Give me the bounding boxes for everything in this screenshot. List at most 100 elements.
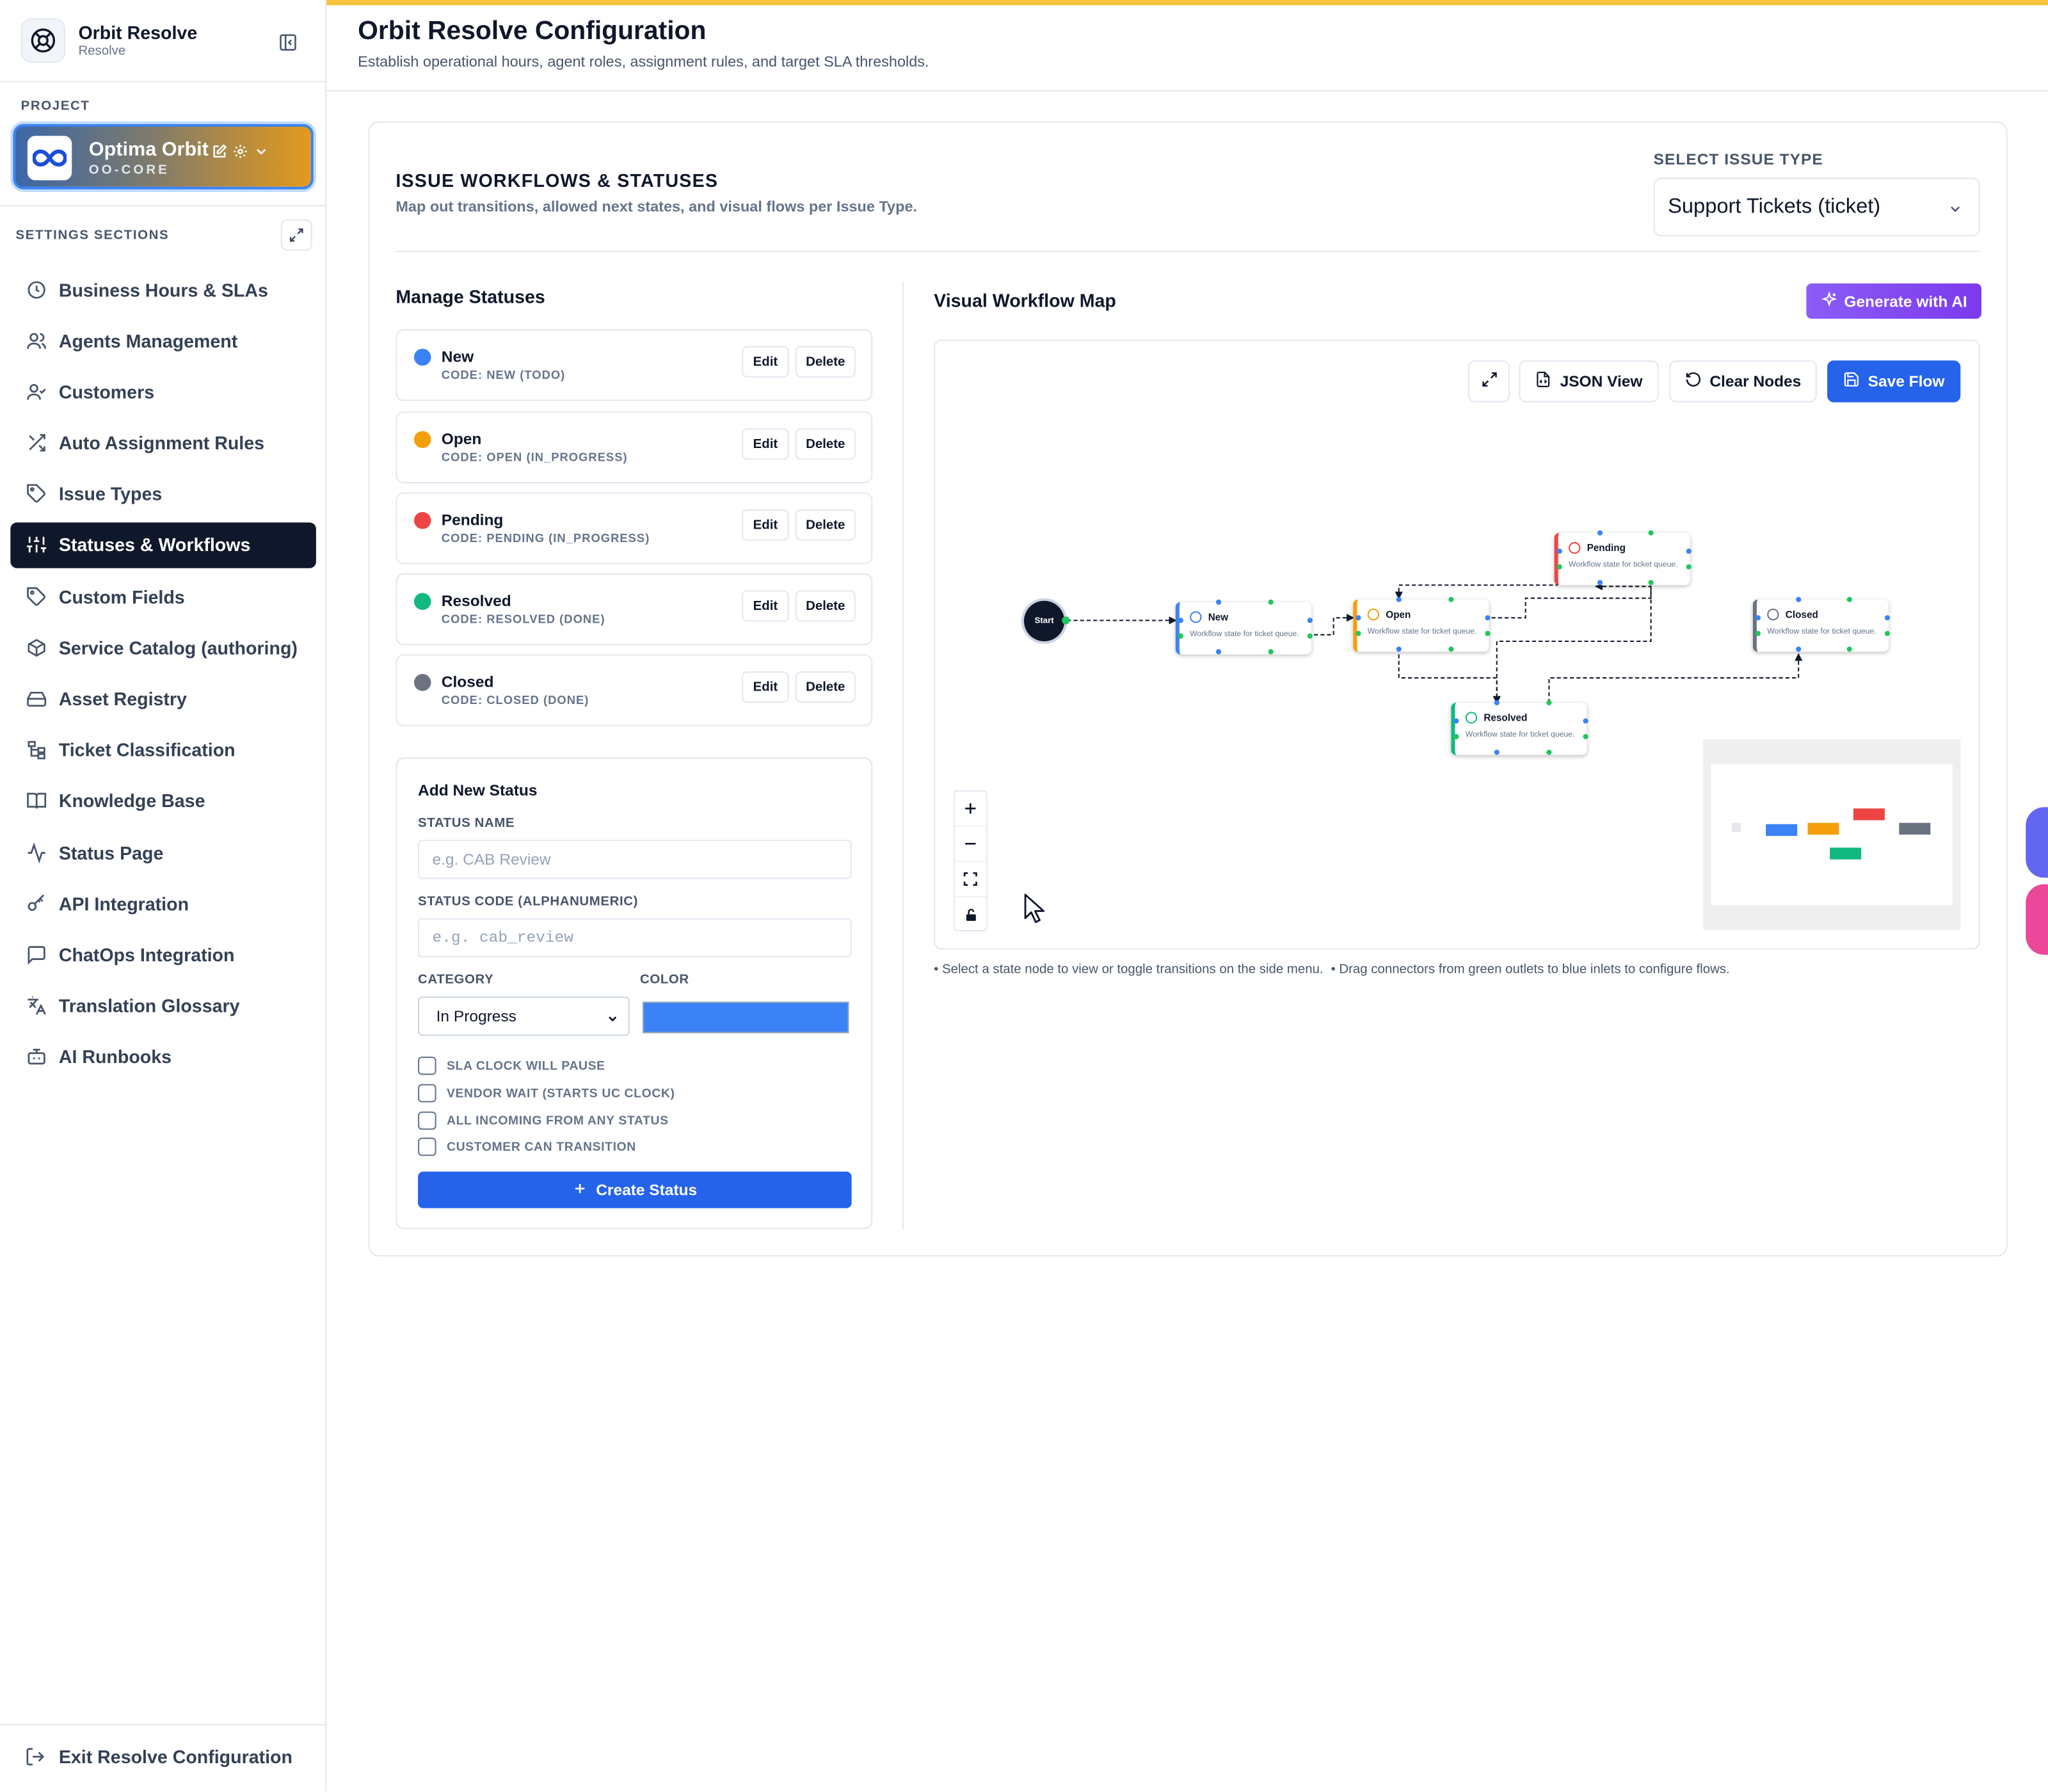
bot-icon (25, 1045, 49, 1069)
issue-type-select[interactable]: Support Tickets (ticket) (1653, 177, 1980, 237)
sidebar-item-status-page[interactable]: Status Page (10, 829, 316, 875)
minimap-node-new (1766, 824, 1798, 836)
status-code: CODE: RESOLVED (DONE) (441, 612, 605, 626)
tag-icon (25, 483, 49, 506)
edit-status-button[interactable]: Edit (742, 509, 789, 541)
delete-status-button[interactable]: Delete (795, 346, 856, 378)
status-row: Open CODE: OPEN (IN_PROGRESS) Edit Delet… (396, 411, 873, 484)
floating-assistant-button[interactable] (2026, 807, 2048, 878)
minimap[interactable] (1703, 739, 1961, 931)
plus-icon (573, 1180, 588, 1200)
exit-configuration-button[interactable]: Exit Resolve Configuration (25, 1746, 292, 1768)
chevron-down-icon[interactable] (253, 142, 269, 166)
sidebar-item-label: Statuses & Workflows (58, 534, 251, 556)
delete-status-button[interactable]: Delete (795, 671, 856, 703)
minimap-node-open (1807, 822, 1839, 835)
checkbox[interactable] (418, 1137, 436, 1156)
sidebar-item-translation-glossary[interactable]: Translation Glossary (10, 983, 316, 1028)
workflow-map-title: Visual Workflow Map (934, 290, 1116, 311)
project-switcher[interactable]: Optima Orbit OO-CORE (13, 124, 314, 189)
delete-status-button[interactable]: Delete (795, 509, 856, 541)
checkbox-sla-pause[interactable]: SLA CLOCK WILL PAUSE (418, 1057, 605, 1075)
status-code-label: STATUS CODE (ALPHANUMERIC) (418, 894, 639, 909)
zoom-out-button[interactable] (954, 827, 986, 862)
sidebar-item-label: API Integration (58, 893, 189, 915)
settings-sections-label: SETTINGS SECTIONS (15, 228, 170, 243)
sidebar-item-customers[interactable]: Customers (10, 369, 316, 414)
checkbox[interactable] (418, 1057, 436, 1075)
edit-status-button[interactable]: Edit (742, 590, 789, 622)
minus-icon (965, 843, 976, 845)
chevron-down-icon (1948, 200, 1963, 223)
status-code-input[interactable] (418, 918, 852, 957)
sidebar-item-business-hours[interactable]: Business Hours & SLAs (10, 266, 316, 312)
checkbox-all-incoming[interactable]: ALL INCOMING FROM ANY STATUS (418, 1111, 669, 1130)
fit-view-icon (963, 872, 977, 886)
app-subtitle: Resolve (78, 44, 126, 59)
checkbox-customer-transition[interactable]: CUSTOMER CAN TRANSITION (418, 1137, 636, 1156)
expand-icon[interactable] (280, 219, 312, 251)
sidebar-collapse-icon[interactable] (275, 29, 301, 55)
edit-status-button[interactable]: Edit (742, 428, 789, 460)
generate-with-ai-button[interactable]: Generate with AI (1806, 283, 1981, 319)
book-icon (25, 789, 49, 813)
status-row: Resolved CODE: RESOLVED (DONE) Edit Dele… (396, 573, 873, 646)
status-code: CODE: OPEN (IN_PROGRESS) (441, 451, 628, 464)
chevron-down-icon (606, 1011, 619, 1030)
checkbox[interactable] (418, 1084, 436, 1103)
sidebar-item-label: Status Page (58, 842, 164, 863)
status-name: Resolved (441, 591, 511, 611)
color-picker[interactable] (643, 1002, 849, 1034)
workflows-panel: ISSUE WORKFLOWS & STATUSES Map out trans… (368, 121, 2008, 1257)
sidebar-item-statuses-workflows[interactable]: Statuses & Workflows (10, 522, 316, 568)
section-subtitle: Map out transitions, allowed next states… (396, 200, 918, 216)
fit-view-button[interactable] (954, 862, 986, 898)
create-status-button[interactable]: Create Status (418, 1171, 852, 1208)
status-code: CODE: CLOSED (DONE) (441, 693, 589, 707)
edit-status-button[interactable]: Edit (742, 671, 789, 703)
app-name: Orbit Resolve (78, 22, 198, 44)
lock-icon (965, 908, 975, 921)
lock-button[interactable] (955, 897, 986, 932)
sidebar-item-auto-assignment[interactable]: Auto Assignment Rules (10, 420, 316, 465)
header-divider (326, 90, 2048, 92)
status-row: Closed CODE: CLOSED (DONE) Edit Delete (396, 654, 873, 726)
sidebar-item-label: Service Catalog (authoring) (58, 637, 298, 659)
delete-status-button[interactable]: Delete (795, 590, 856, 622)
checkbox-vendor-wait[interactable]: VENDOR WAIT (STARTS UC CLOCK) (418, 1084, 675, 1103)
status-name-input[interactable] (418, 840, 852, 879)
status-color-dot (413, 511, 431, 529)
checkbox[interactable] (418, 1111, 436, 1130)
checkbox-label: ALL INCOMING FROM ANY STATUS (446, 1113, 669, 1128)
sidebar-item-api-integration[interactable]: API Integration (10, 881, 316, 926)
sidebar-item-ai-runbooks[interactable]: AI Runbooks (10, 1034, 316, 1080)
clock-icon (25, 278, 49, 301)
gear-icon[interactable] (232, 142, 248, 166)
exit-label: Exit Resolve Configuration (58, 1746, 292, 1768)
sidebar-item-chatops[interactable]: ChatOps Integration (10, 932, 316, 977)
sparkles-icon (1821, 290, 1838, 312)
status-color-dot (413, 431, 431, 448)
category-select[interactable]: In Progress (418, 996, 630, 1036)
sidebar-item-asset-registry[interactable]: Asset Registry (10, 676, 316, 721)
edit-status-button[interactable]: Edit (742, 346, 789, 378)
sidebar-item-ticket-classification[interactable]: Ticket Classification (10, 727, 316, 772)
package-icon (25, 636, 49, 659)
log-out-icon (25, 1747, 49, 1768)
sidebar-item-service-catalog[interactable]: Service Catalog (authoring) (10, 625, 316, 670)
sidebar-item-issue-types[interactable]: Issue Types (10, 471, 316, 516)
workflow-canvas[interactable]: JSON View Clear Nodes Save Flow Start Ne… (934, 339, 1980, 950)
sidebar-item-knowledge-base[interactable]: Knowledge Base (10, 778, 316, 824)
sidebar-item-label: Auto Assignment Rules (58, 432, 265, 454)
checkbox-label: SLA CLOCK WILL PAUSE (446, 1059, 605, 1073)
hard-drive-icon (25, 687, 49, 710)
shuffle-icon (25, 431, 49, 455)
sidebar-item-label: Custom Fields (58, 586, 185, 607)
sidebar-item-agents[interactable]: Agents Management (10, 317, 316, 363)
sliders-icon (25, 534, 49, 557)
delete-status-button[interactable]: Delete (795, 428, 856, 460)
zoom-in-button[interactable] (954, 792, 986, 827)
edit-icon[interactable] (212, 142, 227, 166)
floating-help-button[interactable] (2026, 884, 2048, 955)
sidebar-item-custom-fields[interactable]: Custom Fields (10, 573, 316, 619)
